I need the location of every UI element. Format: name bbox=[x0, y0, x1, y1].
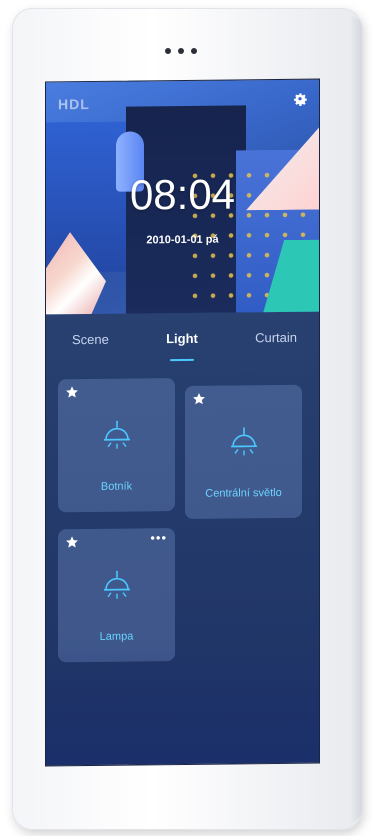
touch-screen: HDL 08:04 2010-01-01 pá Scene Light Curt… bbox=[45, 78, 320, 767]
more-options-icon[interactable]: ••• bbox=[150, 530, 167, 545]
screen-bottom-gradient bbox=[46, 642, 319, 766]
ceiling-lamp-icon bbox=[103, 420, 130, 449]
star-icon[interactable] bbox=[192, 392, 206, 406]
tab-light[interactable]: Light bbox=[166, 323, 198, 363]
brand-logo: HDL bbox=[58, 95, 90, 113]
star-icon[interactable] bbox=[65, 535, 79, 549]
tab-curtain[interactable]: Curtain bbox=[255, 322, 297, 362]
gear-icon[interactable] bbox=[289, 88, 311, 110]
category-tabs: Scene Light Curtain bbox=[46, 322, 319, 365]
device-card-botnik[interactable]: Botník bbox=[58, 378, 175, 513]
device-card-centralni-svetlo[interactable]: Centrální světlo bbox=[185, 384, 302, 519]
device-card-label: Centrální světlo bbox=[205, 486, 282, 500]
device-card-label: Botník bbox=[100, 480, 133, 493]
device-card-label: Lampa bbox=[99, 630, 134, 643]
tab-scene[interactable]: Scene bbox=[72, 324, 109, 364]
device-card-lampa[interactable]: ••• Lampa bbox=[58, 528, 175, 663]
sensor-dots bbox=[165, 48, 197, 54]
ceiling-lamp-icon bbox=[230, 427, 257, 456]
device-side-edge bbox=[350, 16, 362, 822]
star-icon[interactable] bbox=[65, 385, 79, 399]
wallpaper-header: HDL 08:04 2010-01-01 pá bbox=[46, 79, 319, 315]
clock-time: 08:04 bbox=[129, 170, 236, 219]
ceiling-lamp-icon bbox=[103, 570, 130, 599]
